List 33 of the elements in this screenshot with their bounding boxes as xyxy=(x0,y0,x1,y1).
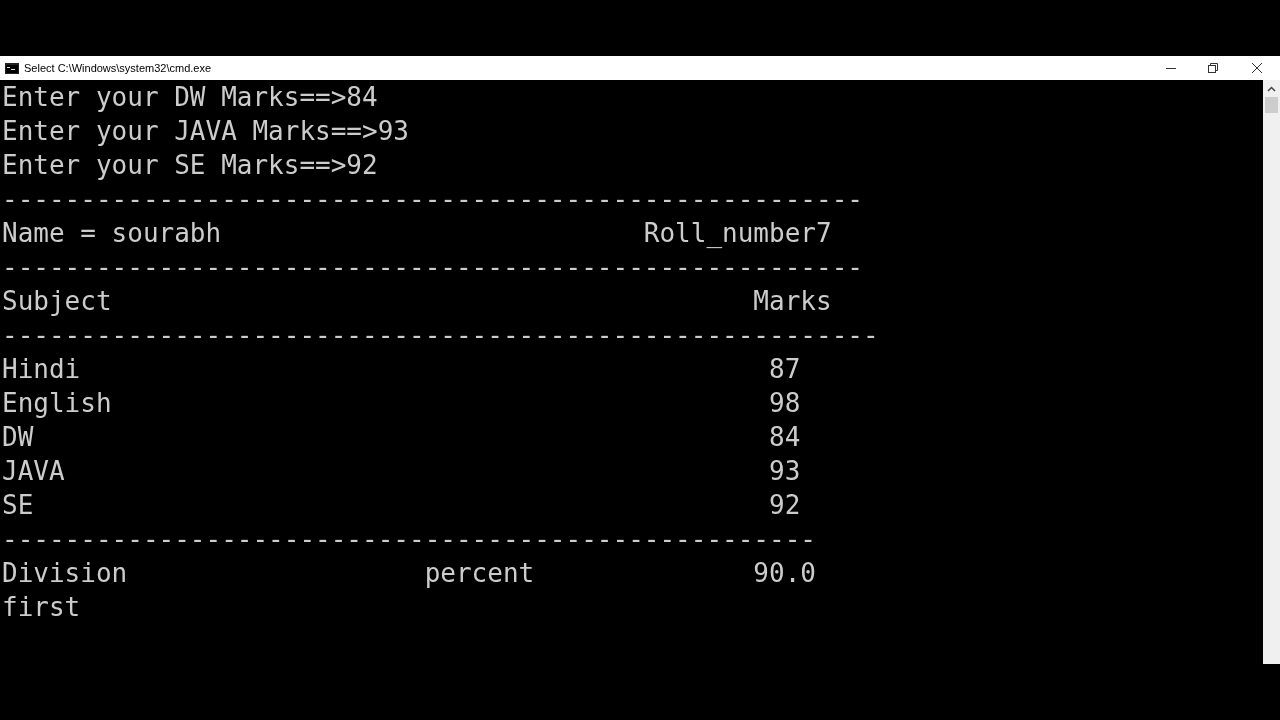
terminal-icon xyxy=(5,62,19,74)
console-text: ------------------------------------------------------- xyxy=(2,183,863,216)
scrollbar-thumb[interactable] xyxy=(1265,97,1278,113)
console-text: 98 xyxy=(769,387,801,420)
console-text: DW xyxy=(2,421,34,454)
console-text: Roll_number7 xyxy=(643,217,832,250)
console-text: Marks xyxy=(753,285,832,318)
close-icon xyxy=(1252,63,1262,73)
console-text: ---------------------------------------------------- xyxy=(2,523,816,556)
console-text: Enter your DW Marks==>84 xyxy=(2,81,378,114)
console-text: English xyxy=(2,387,112,420)
console-text: 90.0 xyxy=(753,557,816,590)
window-title: Select C:\Windows\system32\cmd.exe xyxy=(24,60,212,76)
console-text: 84 xyxy=(769,421,801,454)
minimize-icon xyxy=(1166,67,1176,69)
restore-icon xyxy=(1208,63,1218,73)
console-text: 93 xyxy=(769,455,801,488)
console-text: JAVA xyxy=(2,455,65,488)
console-text: percent xyxy=(424,557,535,590)
scrollbar[interactable] xyxy=(1263,80,1280,664)
console-text: Subject xyxy=(2,285,112,318)
console-text: Hindi xyxy=(2,353,81,386)
console-text: 92 xyxy=(769,489,801,522)
console-text: Enter your SE Marks==>92 xyxy=(2,149,378,182)
console-text: SE xyxy=(2,489,34,522)
console-text: ------------------------------------------------------- xyxy=(2,251,863,284)
console-text: Name = sourabh xyxy=(2,217,222,250)
console-text: Division xyxy=(2,557,128,590)
console-text: first xyxy=(2,591,81,624)
console-text: -------------------------------------------------------- xyxy=(2,319,879,352)
console-text: 87 xyxy=(769,353,801,386)
console-text: Enter your JAVA Marks==>93 xyxy=(2,115,409,148)
scroll-up-icon[interactable] xyxy=(1267,86,1276,92)
